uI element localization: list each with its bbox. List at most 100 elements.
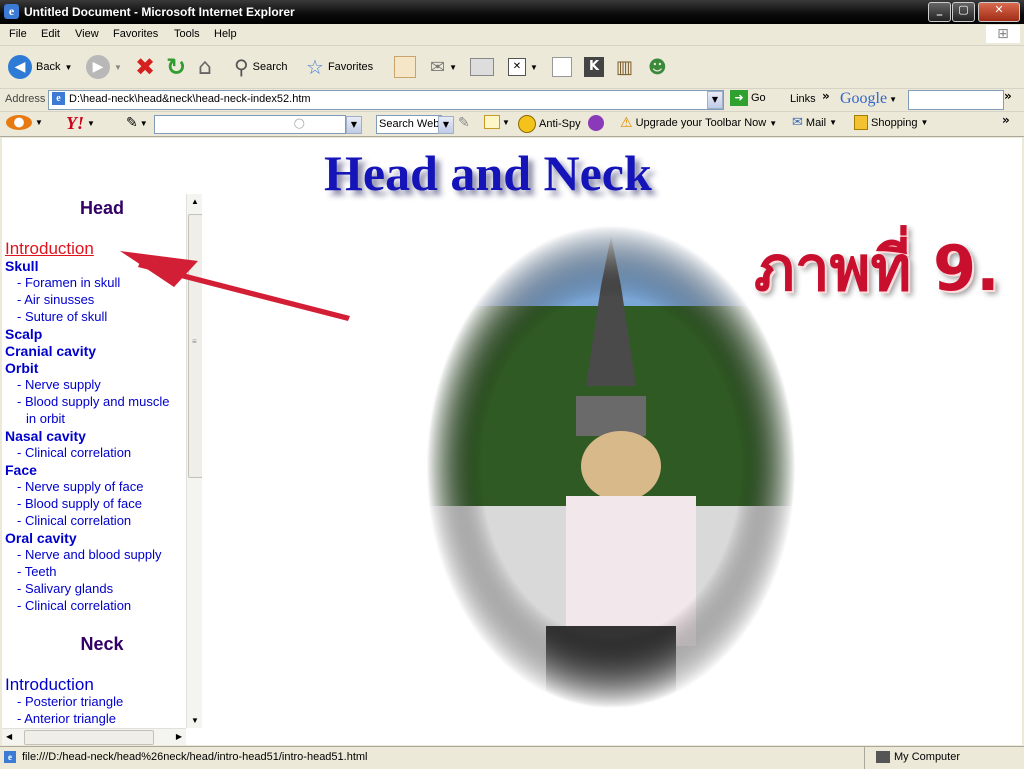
mail-icon: ✉ [430,56,446,78]
nav-link-suture[interactable]: - Suture of skull [17,309,107,324]
links-button[interactable]: Links [790,93,816,105]
nav-link-face-nerve[interactable]: - Nerve supply of face [17,479,143,494]
scroll-left-icon[interactable]: ◀ [6,732,12,741]
back-dropdown-icon[interactable]: ▼ [64,63,72,72]
messenger-button[interactable]: ▥ [616,53,633,81]
edit-button[interactable]: ✕ ▼ [508,53,538,81]
stop-button[interactable]: ✖ [135,53,155,81]
eye-icon [6,115,32,130]
yahoo-search-dropdown[interactable]: ▼ [346,116,362,134]
menu-view[interactable]: View [75,28,99,40]
menu-edit[interactable]: Edit [41,28,60,40]
search-web-button[interactable]: Search Web [376,115,443,134]
menu-favorites[interactable]: Favorites [113,28,158,40]
research-button[interactable]: K [584,53,604,81]
nav-link-orbit-blood[interactable]: - Blood supply and muscle [17,394,169,409]
google-toolbar-button[interactable]: Google ▼ [840,90,897,108]
nav-link-introduction[interactable]: Introduction [5,239,94,259]
sidebar-horizontal-scrollbar[interactable]: ◀ ▶ [2,728,186,745]
discuss-button[interactable] [552,53,572,81]
scroll-up-icon[interactable]: ▲ [191,197,199,206]
edit-dropdown-icon[interactable]: ▼ [530,63,538,72]
google-search-input[interactable] [908,90,1004,110]
nav-link-anterior-triangle[interactable]: - Anterior triangle [17,711,116,726]
shopping-dropdown-icon: ▼ [920,118,929,127]
menu-bar: File Edit View Favorites Tools Help [0,24,1024,46]
menu-file[interactable]: File [9,28,27,40]
anti-spy-label: Anti-Spy [539,118,581,130]
close-button[interactable]: ✕ [978,2,1020,22]
nav-link-scalp[interactable]: Scalp [5,326,42,342]
nav-link-oral-clinical[interactable]: - Clinical correlation [17,598,131,613]
nav-link-neck-introduction[interactable]: Introduction [5,675,94,695]
research-icon: K [584,57,604,77]
anti-spy-button[interactable]: Anti-Spy [518,115,581,133]
mail-button[interactable]: ✉ ▼ [430,53,457,81]
search-button[interactable]: ⚲ Search [234,53,288,81]
scroll-right-icon[interactable]: ▶ [176,732,182,741]
yahoo-search-input[interactable]: ○ [154,115,346,134]
search-web-dropdown[interactable]: ▼ [438,116,454,134]
ie-logo-icon: e [4,4,19,19]
mail-toolbar-button[interactable]: ✉ Mail ▼ [792,115,837,130]
nav-link-nasal-clinical[interactable]: - Clinical correlation [17,445,131,460]
maximize-button[interactable]: ▢ [952,2,975,22]
google-chevron-icon[interactable]: » [1004,89,1012,103]
pencil-button[interactable]: ✎ ▼ [126,115,148,131]
shopping-button[interactable]: Shopping ▼ [854,115,928,130]
horizontal-scroll-thumb[interactable] [24,730,154,745]
popup-blocker-button[interactable]: ▼ [484,115,510,129]
history-button[interactable] [394,53,416,81]
figure-label: ภาพที่ 9. [754,232,1000,305]
head-section-title: Head [79,198,124,218]
refresh-button[interactable]: ↻ [166,53,186,81]
back-button[interactable]: ◀ Back ▼ [8,53,72,81]
nav-link-air-sinuses[interactable]: - Air sinusses [17,292,94,307]
status-page-icon: e [4,751,16,763]
address-input[interactable]: e D:\head-neck\head&neck\head-neck-index… [48,90,724,110]
nav-link-cranial-cavity[interactable]: Cranial cavity [5,343,96,359]
msn-button[interactable]: ☻ [648,53,667,81]
address-dropdown-button[interactable]: ▼ [707,91,723,109]
nav-link-teeth[interactable]: - Teeth [17,564,57,579]
standard-toolbar: ◀ Back ▼ ▶ ▼ ✖ ↻ ⌂ ⚲ Search ☆ Favorites … [0,46,1024,89]
links-chevron-icon[interactable]: » [822,89,830,103]
upgrade-toolbar-button[interactable]: ⚠ Upgrade your Toolbar Now ▼ [620,115,777,131]
shopping-bag-icon [854,115,868,130]
go-button[interactable]: ➜ Go [730,90,766,106]
nav-link-posterior-triangle[interactable]: - Posterior triangle [17,694,123,709]
title-bar: e Untitled Document - Microsoft Internet… [0,0,1024,24]
highlight-icon[interactable]: ✎ [458,115,470,131]
page-content: Head and Neck Head Introduction Skull - … [2,138,1022,745]
home-button[interactable]: ⌂ [198,53,212,81]
nav-link-face-clinical[interactable]: - Clinical correlation [17,513,131,528]
address-bar: Address e D:\head-neck\head&neck\head-ne… [0,89,1024,112]
nav-link-orbit-blood-cont[interactable]: in orbit [26,411,65,426]
menu-help[interactable]: Help [214,28,237,40]
nav-link-oral-nerve-blood[interactable]: - Nerve and blood supply [17,547,162,562]
status-divider [864,747,865,769]
nav-link-orbit[interactable]: Orbit [5,360,38,376]
yahoo-logo-icon: Y! [66,113,84,133]
nav-link-face-blood[interactable]: - Blood supply of face [17,496,142,511]
nav-link-salivary[interactable]: - Salivary glands [17,581,113,596]
nav-link-orbit-nerve[interactable]: - Nerve supply [17,377,101,392]
mail-dropdown-icon[interactable]: ▼ [449,63,457,72]
forward-dropdown-icon[interactable]: ▼ [114,63,122,72]
print-button[interactable] [470,53,494,81]
headphones-icon[interactable] [588,115,604,131]
eye-button[interactable]: ▼ [6,115,43,130]
nav-link-nasal-cavity[interactable]: Nasal cavity [5,428,86,444]
favorites-button[interactable]: ☆ Favorites [306,53,373,81]
nav-link-skull[interactable]: Skull [5,258,38,274]
minimize-button[interactable]: _ [928,2,951,22]
nav-link-face[interactable]: Face [5,462,37,478]
menu-tools[interactable]: Tools [174,28,200,40]
yahoo-chevron-icon[interactable]: » [1002,113,1010,127]
yahoo-button[interactable]: Y! ▼ [66,113,95,134]
nav-link-oral-cavity[interactable]: Oral cavity [5,530,77,546]
yahoo-toolbar: ▼ Y! ▼ ✎ ▼ ○ ▼ Search Web ▼ ✎ ▼ Anti-Spy… [0,112,1024,137]
forward-button[interactable]: ▶ ▼ [86,53,122,81]
scroll-down-icon[interactable]: ▼ [191,716,199,725]
upgrade-dropdown-icon: ▼ [769,118,778,128]
